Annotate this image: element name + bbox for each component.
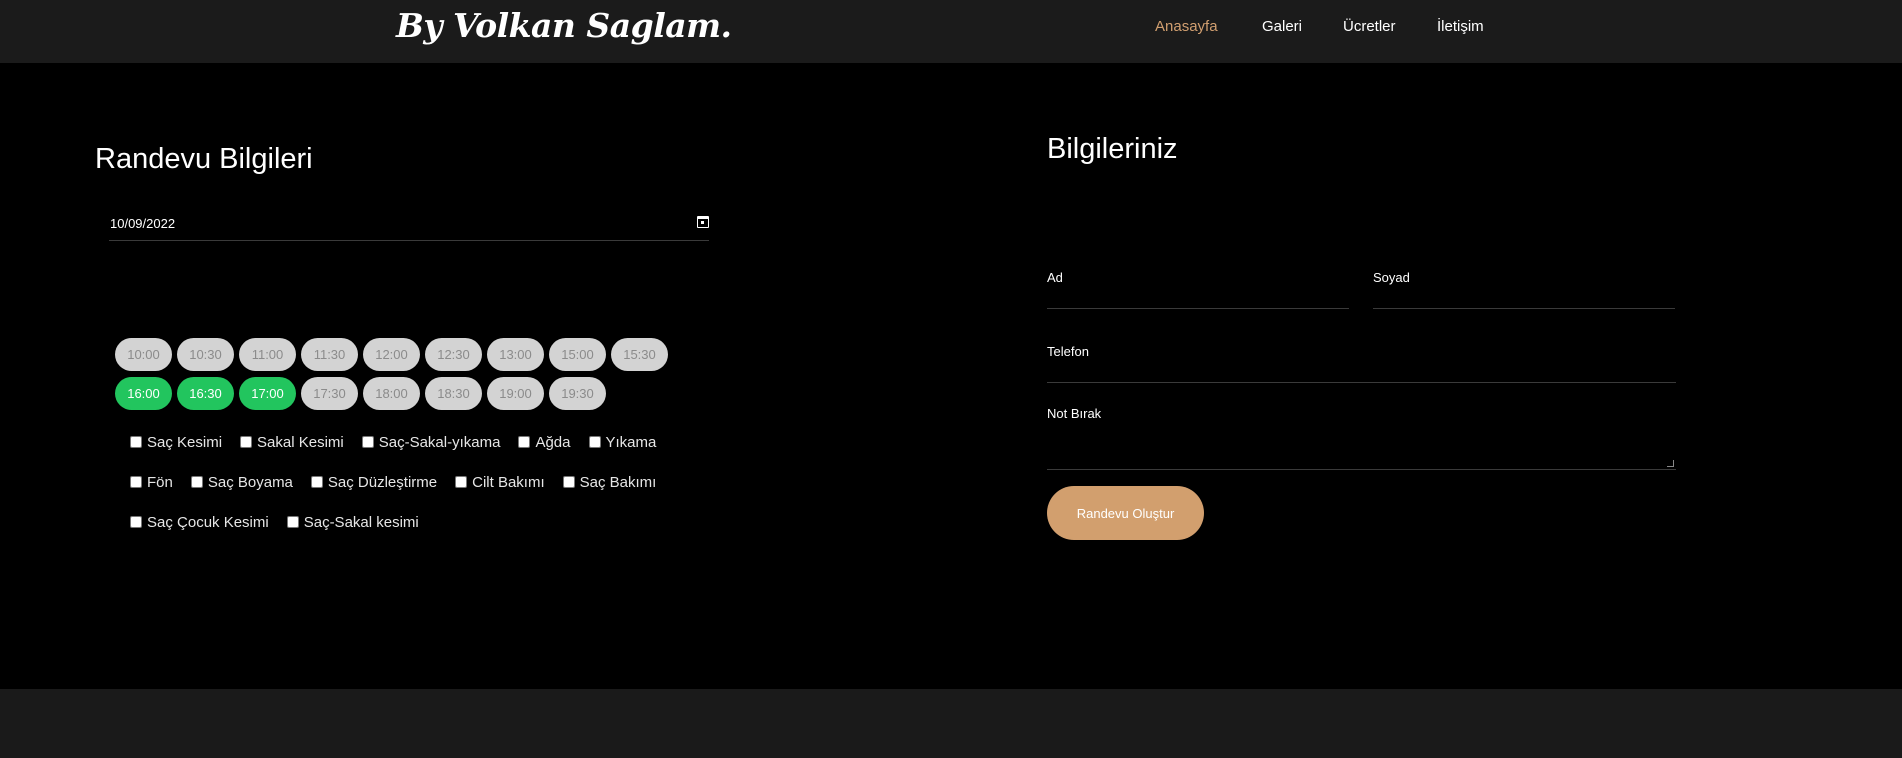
top-navbar: By Volkan Saglam. Anasayfa Galeri Ücretl… xyxy=(0,0,1902,63)
time-slot[interactable]: 15:00 xyxy=(549,338,606,371)
nav-item-ucretler[interactable]: Ücretler xyxy=(1343,18,1396,35)
service-option[interactable]: Saç Düzleştirme xyxy=(310,473,438,491)
service-label: Saç Çocuk Kesimi xyxy=(147,513,269,531)
service-label: Saç Kesimi xyxy=(147,433,223,451)
calendar-icon[interactable] xyxy=(697,216,709,228)
service-label: Saç Bakımı xyxy=(579,473,657,491)
time-slot[interactable]: 18:30 xyxy=(425,377,482,410)
date-input[interactable]: 10/09/2022 xyxy=(109,203,709,241)
service-label: Sakal Kesimi xyxy=(257,433,344,451)
service-option[interactable]: Sakal Kesimi xyxy=(240,434,344,451)
service-row: Saç Kesimi Sakal Kesimi Saç-Sakal-yıkama Ağ… xyxy=(130,433,730,451)
time-slot[interactable]: 18:00 xyxy=(363,377,420,410)
note-textarea[interactable]: Not Bırak xyxy=(1047,406,1676,470)
service-checkbox[interactable] xyxy=(240,436,253,448)
service-option[interactable]: Ağda xyxy=(518,433,571,451)
service-label: Saç-Sakal-yıkama xyxy=(378,433,501,451)
note-label: Not Bırak xyxy=(1047,406,1102,421)
service-checkbox[interactable] xyxy=(286,516,299,528)
time-slot[interactable]: 16:00 xyxy=(115,377,172,410)
service-label: Saç Düzleştirme xyxy=(327,473,438,491)
nav-item-anasayfa[interactable]: Anasayfa xyxy=(1155,18,1218,35)
service-option[interactable]: Fön xyxy=(130,474,173,491)
time-slot[interactable]: 19:30 xyxy=(549,377,606,410)
service-row: Saç Çocuk Kesimi Saç-Sakal kesimi xyxy=(130,513,730,531)
nav-item-iletisim[interactable]: İletişim xyxy=(1437,18,1484,35)
service-option[interactable]: Saç-Sakal kesimi xyxy=(286,513,419,531)
service-option[interactable]: Saç Boyama xyxy=(190,473,293,491)
service-checkbox[interactable] xyxy=(562,476,575,488)
service-checkboxes: Saç Kesimi Sakal Kesimi Saç-Sakal-yıkama Ağ… xyxy=(130,433,730,553)
service-checkbox[interactable] xyxy=(190,476,203,488)
time-slot[interactable]: 12:00 xyxy=(363,338,420,371)
service-option[interactable]: Saç Çocuk Kesimi xyxy=(130,514,269,531)
last-name-field[interactable]: Soyad xyxy=(1373,270,1675,309)
time-slot-row: 10:00 10:30 11:00 11:30 12:00 12:30 13:00 15:00… xyxy=(115,338,675,371)
last-name-label: Soyad xyxy=(1373,270,1410,285)
resize-handle-icon[interactable] xyxy=(1667,460,1674,467)
service-checkbox[interactable] xyxy=(361,436,374,448)
time-slot[interactable]: 17:30 xyxy=(301,377,358,410)
first-name-label: Ad xyxy=(1047,270,1063,285)
service-checkbox[interactable] xyxy=(518,436,531,448)
nav-item-galeri[interactable]: Galeri xyxy=(1262,18,1302,35)
service-label: Saç-Sakal kesimi xyxy=(303,513,419,531)
service-option[interactable]: Yıkama xyxy=(588,433,657,451)
service-checkbox[interactable] xyxy=(310,476,323,488)
appointment-title: Randevu Bilgileri xyxy=(95,143,313,175)
create-appointment-button[interactable]: Randevu Oluştur xyxy=(1047,486,1204,540)
service-checkbox[interactable] xyxy=(588,436,601,448)
service-option[interactable]: Saç-Sakal-yıkama xyxy=(361,433,501,451)
date-value: 10/09/2022 xyxy=(110,216,176,231)
footer xyxy=(0,689,1902,758)
time-slot[interactable]: 13:00 xyxy=(487,338,544,371)
service-label: Fön xyxy=(147,473,173,491)
first-name-field[interactable]: Ad xyxy=(1047,270,1349,309)
service-label: Saç Boyama xyxy=(207,473,293,491)
site-logo[interactable]: By Volkan Saglam. xyxy=(396,6,732,45)
time-slot[interactable]: 12:30 xyxy=(425,338,482,371)
time-slot[interactable]: 17:00 xyxy=(239,377,296,410)
time-slot[interactable]: 19:00 xyxy=(487,377,544,410)
service-option[interactable]: Saç Bakımı xyxy=(562,473,657,491)
service-label: Yıkama xyxy=(605,433,657,451)
service-label: Cilt Bakımı xyxy=(472,473,545,491)
service-option[interactable]: Saç Kesimi xyxy=(130,434,222,451)
service-checkbox[interactable] xyxy=(130,516,142,528)
service-checkbox[interactable] xyxy=(130,476,142,488)
service-checkbox[interactable] xyxy=(130,436,142,448)
time-slots: 10:00 10:30 11:00 11:30 12:00 12:30 13:00 15:00… xyxy=(115,338,675,416)
phone-label: Telefon xyxy=(1047,344,1089,359)
time-slot[interactable]: 16:30 xyxy=(177,377,234,410)
service-label: Ağda xyxy=(535,433,571,451)
service-checkbox[interactable] xyxy=(455,476,468,488)
time-slot[interactable]: 11:00 xyxy=(239,338,296,371)
time-slot[interactable]: 10:30 xyxy=(177,338,234,371)
phone-field[interactable]: Telefon xyxy=(1047,344,1676,383)
time-slot[interactable]: 15:30 xyxy=(611,338,668,371)
time-slot-row: 16:00 16:30 17:00 17:30 18:00 18:30 19:00 19:30 xyxy=(115,377,675,410)
service-row: Fön Saç Boyama Saç Düzleştirme Cilt Bakımı S… xyxy=(130,473,730,491)
time-slot[interactable]: 11:30 xyxy=(301,338,358,371)
info-title: Bilgileriniz xyxy=(1047,133,1178,165)
service-option[interactable]: Cilt Bakımı xyxy=(455,474,545,491)
time-slot[interactable]: 10:00 xyxy=(115,338,172,371)
